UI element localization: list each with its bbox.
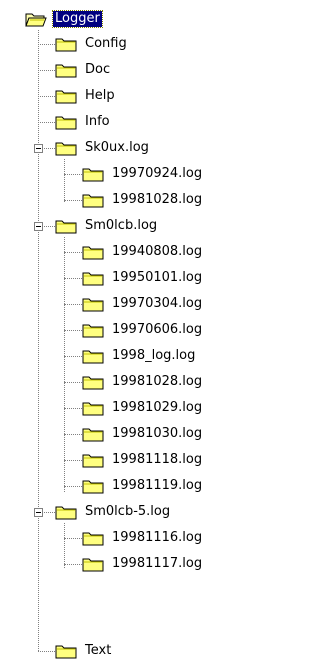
tree-item-label: 19970606.log — [112, 322, 203, 337]
tree-connector — [38, 122, 55, 123]
folder-icon — [82, 246, 104, 260]
tree-item-label: Logger — [52, 10, 103, 28]
tree-item-19981119-log[interactable]: 19981119.log — [82, 473, 204, 499]
tree-item-label: 19950101.log — [112, 270, 203, 285]
folder-icon — [82, 194, 104, 208]
tree-item-19970606-log[interactable]: 19970606.log — [82, 317, 204, 343]
tree-item-label: Help — [85, 88, 115, 103]
sk0ux-vertical-line — [64, 159, 65, 202]
folder-icon — [82, 324, 104, 338]
tree-item-19981118-log[interactable]: 19981118.log — [82, 447, 204, 473]
folder-icon — [82, 272, 104, 286]
tree-item-text[interactable]: Text — [55, 638, 113, 664]
tree-connector — [64, 486, 82, 487]
tree-item-label: 19981117.log — [112, 556, 203, 571]
tree-item-19981029-log[interactable]: 19981029.log — [82, 395, 204, 421]
tree-connector — [64, 252, 82, 253]
sm0lcb-vertical-line — [64, 237, 65, 492]
folder-icon — [82, 402, 104, 416]
folder-icon — [82, 350, 104, 364]
tree-item-help[interactable]: Help — [55, 83, 117, 109]
tree-item-label: Sm0lcb-5.log — [85, 504, 171, 519]
tree-item-config[interactable]: Config — [55, 31, 129, 57]
tree-item-label: 19970924.log — [112, 166, 203, 181]
tree-connector — [38, 44, 55, 45]
sm0lcb-5-vertical-line — [64, 523, 65, 568]
tree-item-logger[interactable]: Logger — [25, 6, 103, 32]
tree-item-label: 1998_log.log — [112, 348, 196, 363]
folder-icon — [55, 90, 77, 104]
folder-icon — [55, 64, 77, 78]
tree-item-label: 19981029.log — [112, 400, 203, 415]
folder-icon — [82, 428, 104, 442]
tree-item-label: Sm0lcb.log — [85, 218, 158, 233]
tree-connector — [38, 96, 55, 97]
tree-item-19970304-log[interactable]: 19970304.log — [82, 291, 204, 317]
tree-connector — [64, 174, 82, 175]
tree-item-doc[interactable]: Doc — [55, 57, 112, 83]
tree-connector — [64, 356, 82, 357]
tree-item-19981028-log[interactable]: 19981028.log — [82, 187, 204, 213]
collapse-toggle-sm0lcb[interactable] — [34, 222, 43, 231]
folder-icon — [55, 142, 77, 156]
open-folder-icon — [25, 13, 47, 27]
tree-item-label: 19940808.log — [112, 244, 203, 259]
tree-connector — [64, 382, 82, 383]
tree-item-19940808-log[interactable]: 19940808.log — [82, 239, 204, 265]
tree-item-19981116-log[interactable]: 19981116.log — [82, 525, 204, 551]
tree-item-sk0ux-log[interactable]: Sk0ux.log — [55, 135, 151, 161]
tree-item-label: Info — [85, 114, 110, 129]
tree-item-19981028-log[interactable]: 19981028.log — [82, 369, 204, 395]
collapse-toggle-sm0lcb-5[interactable] — [34, 508, 43, 517]
tree-connector — [64, 538, 82, 539]
tree-item-19970924-log[interactable]: 19970924.log — [82, 161, 204, 187]
tree-item-sm0lcb-log[interactable]: Sm0lcb.log — [55, 213, 159, 239]
folder-icon — [82, 298, 104, 312]
tree-item-label: Doc — [85, 62, 111, 77]
tree-connector — [64, 434, 82, 435]
folder-icon — [82, 558, 104, 572]
folder-icon — [82, 532, 104, 546]
tree-item-label: 19981119.log — [112, 478, 203, 493]
tree-item-label: 19970304.log — [112, 296, 203, 311]
folder-icon — [82, 454, 104, 468]
folder-icon — [82, 376, 104, 390]
tree-connector — [64, 330, 82, 331]
tree-item-info[interactable]: Info — [55, 109, 112, 135]
tree-connector — [64, 408, 82, 409]
tree-item-label: 19981118.log — [112, 452, 203, 467]
tree-item-19981117-log[interactable]: 19981117.log — [82, 551, 204, 577]
tree-connector — [64, 278, 82, 279]
tree-connector — [64, 460, 82, 461]
tree-item-label: Text — [85, 643, 112, 658]
tree-item-19950101-log[interactable]: 19950101.log — [82, 265, 204, 291]
folder-icon — [55, 38, 77, 52]
tree-item-label: Config — [85, 36, 127, 51]
tree-item-label: Sk0ux.log — [85, 140, 149, 155]
folder-icon — [55, 506, 77, 520]
tree-item-sm0lcb-5-log[interactable]: Sm0lcb-5.log — [55, 499, 172, 525]
tree-item-label: 19981028.log — [112, 192, 203, 207]
tree-item-label: 19981030.log — [112, 426, 203, 441]
folder-icon — [55, 220, 77, 234]
tree-item-label: 19981116.log — [112, 530, 203, 545]
folder-tree: Logger Config Doc Help Info Sk0ux.log 19… — [0, 0, 253, 664]
root-vertical-line — [38, 30, 39, 651]
collapse-toggle-sk0ux[interactable] — [34, 144, 43, 153]
folder-icon — [55, 116, 77, 130]
folder-icon — [55, 645, 77, 659]
folder-icon — [82, 168, 104, 182]
tree-connector — [38, 70, 55, 71]
tree-item-label: 19981028.log — [112, 374, 203, 389]
tree-connector — [64, 564, 82, 565]
folder-icon — [82, 480, 104, 494]
tree-item-19981030-log[interactable]: 19981030.log — [82, 421, 204, 447]
tree-item-1998-log-log[interactable]: 1998_log.log — [82, 343, 197, 369]
tree-connector — [38, 651, 55, 652]
tree-connector — [64, 200, 82, 201]
tree-connector — [64, 304, 82, 305]
